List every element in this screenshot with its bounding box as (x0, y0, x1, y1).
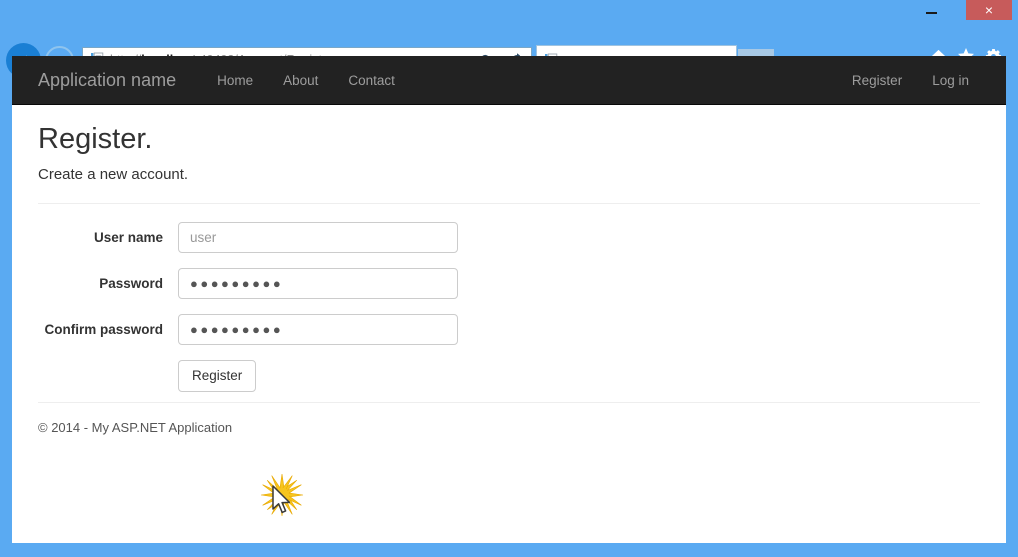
site-navbar: Application name Home About Contact Regi… (12, 56, 1006, 105)
nav-links-right: Register Log in (837, 73, 984, 88)
mouse-cursor (272, 485, 291, 514)
register-submit-button[interactable]: Register (178, 359, 257, 392)
form-row-submit: Register (38, 359, 980, 392)
nav-link-login[interactable]: Log in (917, 73, 984, 88)
footer-copyright: © 2014 - My ASP.NET Application (38, 419, 233, 435)
nav-link-register[interactable]: Register (837, 73, 917, 88)
window-minimize-button[interactable] (910, 0, 952, 20)
submit-spacer (38, 360, 178, 392)
content-divider (38, 202, 980, 204)
click-burst-effect (260, 473, 304, 517)
form-row-password: Password (38, 267, 980, 299)
page-viewport: Application name Home About Contact Regi… (12, 56, 1006, 543)
username-input[interactable] (178, 221, 458, 253)
password-input[interactable] (178, 267, 458, 299)
browser-chrome: http://localhost:49498/Account/Register (0, 20, 1018, 78)
nav-link-contact[interactable]: Contact (333, 73, 410, 88)
nav-links: Home About Contact (202, 73, 410, 88)
footer-divider (38, 401, 980, 403)
brand-link[interactable]: Application name (38, 70, 176, 91)
nav-link-home[interactable]: Home (202, 73, 268, 88)
page-title: Register. (38, 123, 153, 155)
page-content: Register. Create a new account. User nam… (12, 105, 1006, 435)
window-titlebar: × (0, 0, 1018, 20)
browser-window: × Application name Home About Contact Re… (0, 0, 1018, 557)
label-user-name: User name (93, 229, 163, 245)
label-password: Password (99, 275, 163, 291)
register-form: User name Password Confirm password Regi… (38, 221, 980, 392)
window-close-button[interactable]: × (966, 0, 1012, 20)
confirm-password-input[interactable] (178, 313, 458, 345)
label-confirm-password: Confirm password (44, 321, 163, 337)
page-subtitle: Create a new account. (38, 165, 189, 183)
close-icon: × (984, 2, 994, 18)
minimize-icon (925, 12, 937, 14)
form-row-confirm-password: Confirm password (38, 313, 980, 345)
nav-link-about[interactable]: About (268, 73, 333, 88)
form-row-username: User name (38, 221, 980, 253)
